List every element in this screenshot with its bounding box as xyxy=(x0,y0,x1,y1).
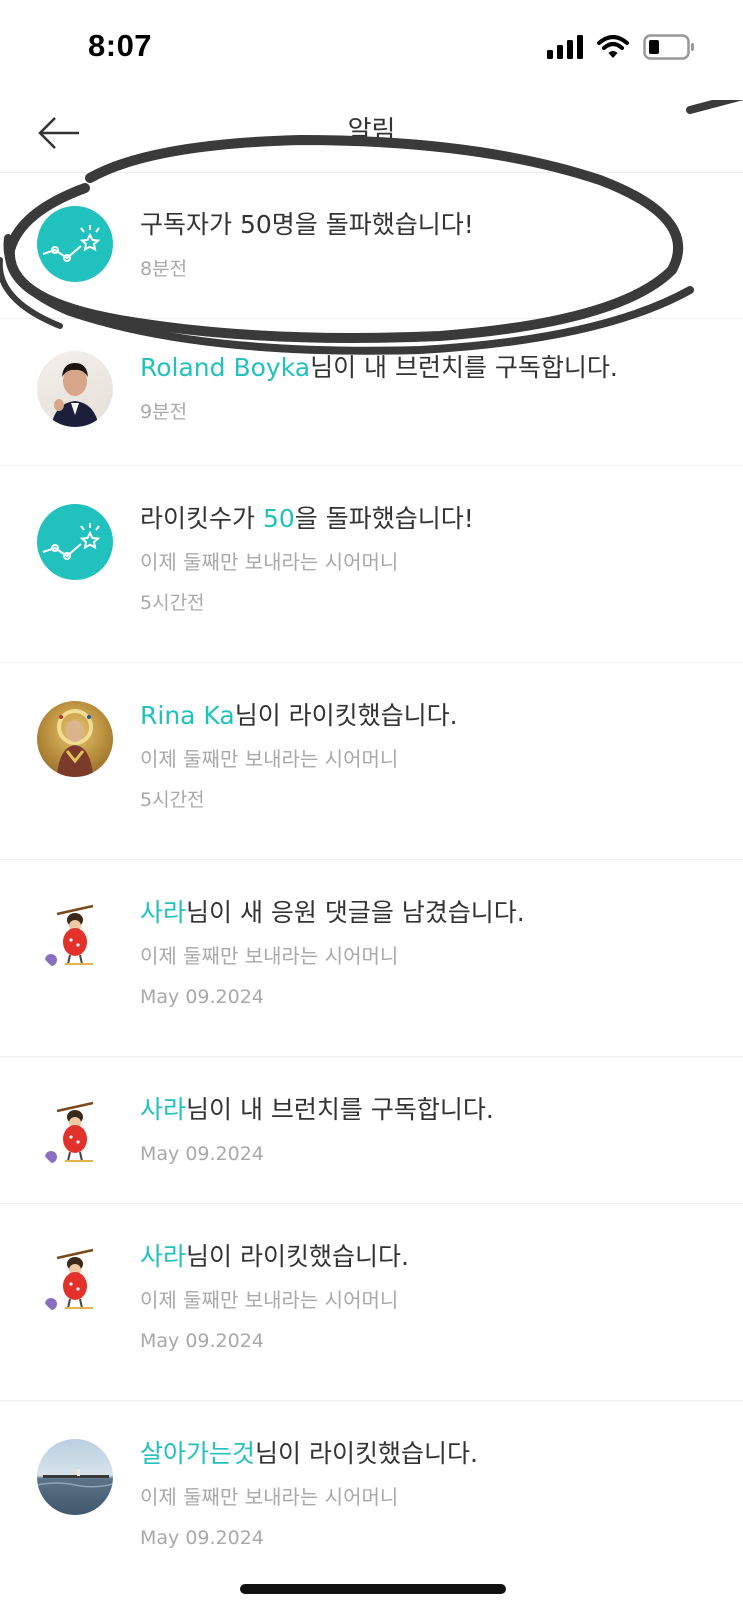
user-link[interactable]: 사라 xyxy=(140,898,186,927)
notification-message: 사라님이 새 응원 댓글을 남겼습니다. xyxy=(140,898,525,927)
status-bar: 8:07 xyxy=(0,0,743,96)
notification-item[interactable]: Roland Boyka님이 내 브런치를 구독합니다. 9분전 xyxy=(0,319,743,466)
wifi-icon xyxy=(597,35,629,58)
avatar xyxy=(37,351,113,427)
notification-message: 사라님이 내 브런치를 구독합니다. xyxy=(140,1095,494,1124)
avatar xyxy=(37,1242,113,1318)
status-time: 8:07 xyxy=(88,28,153,63)
notification-item[interactable]: 구독자가 50명을 돌파했습니다! 8분전 xyxy=(0,172,743,319)
avatar xyxy=(37,1439,113,1515)
article-title: 이제 둘째만 보내라는 시어머니 xyxy=(140,747,399,771)
notification-time: 5시간전 xyxy=(140,789,205,811)
chart-milestone-icon xyxy=(37,504,113,580)
article-title: 이제 둘째만 보내라는 시어머니 xyxy=(140,1485,399,1509)
chart-milestone-icon xyxy=(37,206,113,282)
article-title: 이제 둘째만 보내라는 시어머니 xyxy=(140,944,399,968)
notification-message: 구독자가 50명을 돌파했습니다! xyxy=(140,210,474,239)
article-title: 이제 둘째만 보내라는 시어머니 xyxy=(140,550,399,574)
status-icons xyxy=(547,34,695,60)
article-title: 이제 둘째만 보내라는 시어머니 xyxy=(140,1288,399,1312)
user-link[interactable]: Rina Ka xyxy=(140,701,235,730)
notification-item[interactable]: Rina Ka님이 라이킷했습니다. 이제 둘째만 보내라는 시어머니 5시간전 xyxy=(0,663,743,860)
notification-message: Roland Boyka님이 내 브런치를 구독합니다. xyxy=(140,353,618,382)
user-link[interactable]: 사라 xyxy=(140,1242,186,1271)
signal-icon xyxy=(547,35,583,59)
notification-item[interactable]: 사라님이 내 브런치를 구독합니다. May 09.2024 xyxy=(0,1057,743,1204)
notification-time: 5시간전 xyxy=(140,592,205,614)
notification-time: 9분전 xyxy=(140,401,188,423)
notification-item[interactable]: 사라님이 라이킷했습니다. 이제 둘째만 보내라는 시어머니 May 09.20… xyxy=(0,1204,743,1401)
notification-time: 8분전 xyxy=(140,258,188,280)
battery-icon xyxy=(643,34,694,60)
notification-time: May 09.2024 xyxy=(140,1527,264,1549)
notification-message: 사라님이 라이킷했습니다. xyxy=(140,1242,409,1271)
avatar xyxy=(37,898,113,974)
notification-time: May 09.2024 xyxy=(140,1330,264,1352)
notification-message: 라이킷수가 50을 돌파했습니다! xyxy=(140,504,474,533)
page-title: 알림 xyxy=(347,116,396,146)
notification-list: 구독자가 50명을 돌파했습니다! 8분전 Roland Boyka님이 내 브… xyxy=(0,172,743,1597)
notification-message: Rina Ka님이 라이킷했습니다. xyxy=(140,701,458,730)
home-indicator[interactable] xyxy=(240,1584,506,1594)
avatar xyxy=(37,1095,113,1171)
notification-item[interactable]: 사라님이 새 응원 댓글을 남겼습니다. 이제 둘째만 보내라는 시어머니 Ma… xyxy=(0,860,743,1057)
avatar xyxy=(37,701,113,777)
user-link[interactable]: Roland Boyka xyxy=(140,353,310,382)
notification-item[interactable]: 살아가는것님이 라이킷했습니다. 이제 둘째만 보내라는 시어머니 May 09… xyxy=(0,1401,743,1597)
notification-time: May 09.2024 xyxy=(140,986,264,1008)
notification-message: 살아가는것님이 라이킷했습니다. xyxy=(140,1439,478,1468)
notification-time: May 09.2024 xyxy=(140,1143,264,1165)
app-header: 알림 xyxy=(0,96,743,173)
user-link[interactable]: 살아가는것 xyxy=(140,1439,255,1468)
user-link[interactable]: 사라 xyxy=(140,1095,186,1124)
notification-item[interactable]: 라이킷수가 50을 돌파했습니다! 이제 둘째만 보내라는 시어머니 5시간전 xyxy=(0,466,743,663)
